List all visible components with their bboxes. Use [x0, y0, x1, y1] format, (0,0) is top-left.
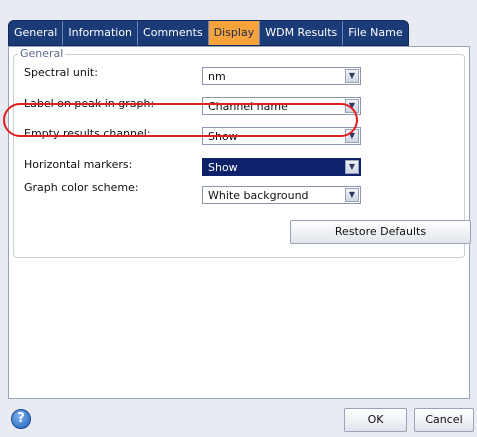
group-title: General [18, 47, 66, 60]
chevron-down-icon[interactable]: ▼ [345, 69, 359, 83]
tab-wdm-results[interactable]: WDM Results [260, 21, 344, 45]
tab-comments[interactable]: Comments [138, 21, 209, 45]
ok-button[interactable]: OK [344, 408, 407, 432]
tab-file-name[interactable]: File Name [343, 21, 407, 45]
tab-bar: General Information Comments Display WDM… [8, 20, 409, 46]
help-icon[interactable]: ? [11, 409, 31, 429]
display-panel: General Spectral unit: nm ▼ Label on pea… [8, 46, 471, 399]
tab-information[interactable]: Information [63, 21, 139, 45]
highlight-annotation [3, 103, 358, 137]
horizontal-markers-label: Horizontal markers: [24, 158, 133, 171]
restore-defaults-button[interactable]: Restore Defaults [290, 220, 471, 244]
spectral-unit-value: nm [208, 70, 226, 83]
graph-color-scheme-value: White background [208, 189, 309, 202]
dialog: General Information Comments Display WDM… [0, 0, 477, 437]
chevron-down-icon[interactable]: ▼ [345, 160, 359, 174]
chevron-down-icon[interactable]: ▼ [345, 188, 359, 202]
horizontal-markers-value: Show [208, 161, 238, 174]
cancel-button[interactable]: Cancel [414, 408, 474, 432]
tab-general[interactable]: General [9, 21, 64, 45]
graph-color-scheme-label: Graph color scheme: [24, 181, 139, 194]
spectral-unit-select[interactable]: nm ▼ [202, 67, 361, 85]
horizontal-markers-select[interactable]: Show ▼ [202, 158, 361, 176]
spectral-unit-label: Spectral unit: [24, 66, 98, 79]
tab-display[interactable]: Display [208, 21, 261, 45]
graph-color-scheme-select[interactable]: White background ▼ [202, 186, 361, 204]
